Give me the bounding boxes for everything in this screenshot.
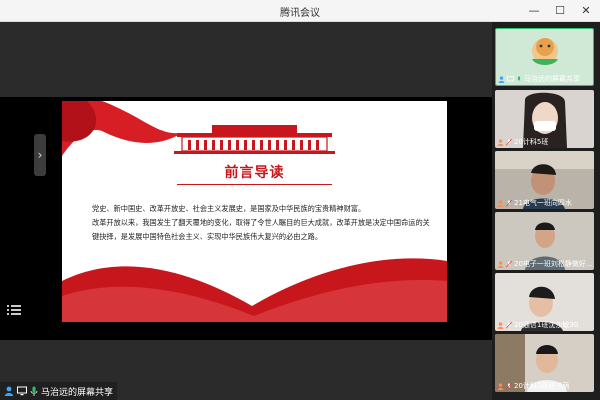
microphone-muted-icon (506, 382, 512, 390)
presenter-name: 马治远的屏幕共享 (41, 387, 114, 398)
microphone-muted-icon (506, 321, 512, 329)
minimize-icon[interactable]: — (526, 2, 542, 18)
participant-tile[interactable]: 20电子一班刘松静做好... (495, 212, 594, 270)
participant-tile[interactable]: 21电气一班向四水 (495, 151, 594, 209)
screen-share-icon (17, 386, 27, 396)
heading-underline (177, 184, 332, 185)
participant-name: 20计科2班张书萌 (497, 381, 569, 391)
window-title: 腾讯会议 (280, 8, 320, 19)
chevron-right-icon[interactable]: › (34, 134, 46, 176)
user-icon (497, 321, 504, 329)
microphone-icon (516, 75, 522, 83)
user-icon (497, 382, 504, 390)
presenter-label: 马治远的屏幕共享 (0, 382, 118, 400)
participant-name: 马治远的屏幕共享 (498, 74, 580, 84)
user-icon (4, 386, 14, 396)
microphone-icon (30, 386, 38, 396)
slide-paragraph: 改革开放以来，我国发生了翻天覆地的变化，取得了令世人瞩目的巨大成就，改革开放是决… (92, 218, 430, 241)
window-titlebar: 腾讯会议 — ☐ ✕ (0, 0, 600, 22)
participant-tile[interactable]: 马治远的屏幕共享 (495, 28, 594, 86)
user-icon (497, 138, 504, 146)
shared-screen: 前言导读 党史、新中国史、改革开放史、社会主义发展史，是国家及中华民族的宝贵精神… (0, 97, 492, 340)
slide-heading: 前言导读 (224, 165, 285, 181)
user-icon (497, 260, 504, 268)
participant-tile[interactable]: 20计科5班 (495, 90, 594, 148)
participant-tile[interactable]: 20计科2班张书萌 (495, 334, 594, 392)
list-menu-icon[interactable] (7, 304, 21, 316)
user-icon (498, 75, 505, 83)
participant-name: 20通信1班沈沙敏30 (497, 320, 578, 330)
participant-name: 20电子一班刘松静做好... (497, 259, 592, 269)
microphone-muted-icon (506, 260, 512, 268)
participant-name: 20计科5班 (497, 137, 548, 147)
close-icon[interactable]: ✕ (578, 2, 594, 18)
microphone-muted-icon (506, 199, 512, 207)
window-controls: — ☐ ✕ (526, 2, 594, 18)
microphone-muted-icon (506, 138, 512, 146)
screen-share-icon (507, 75, 514, 83)
presentation-slide: 前言导读 党史、新中国史、改革开放史、社会主义发展史，是国家及中华民族的宝贵精神… (62, 101, 447, 322)
participant-sidebar: 马治远的屏幕共享 20计科5班 21电气一班向四水 20电子一班刘松静做好...… (492, 22, 600, 400)
slide-text: 党史、新中国史、改革开放史、社会主义发展史，是国家及中华民族的宝贵精神财富。 改… (92, 202, 432, 244)
user-icon (497, 199, 504, 207)
slide-paragraph: 党史、新中国史、改革开放史、社会主义发展史，是国家及中华民族的宝贵精神财富。 (92, 204, 366, 213)
shared-screen-stage: 前言导读 党史、新中国史、改革开放史、社会主义发展史，是国家及中华民族的宝贵精神… (0, 22, 492, 400)
participant-name: 21电气一班向四水 (497, 198, 572, 208)
maximize-icon[interactable]: ☐ (552, 2, 568, 18)
participant-tile[interactable]: 20通信1班沈沙敏30 (495, 273, 594, 331)
